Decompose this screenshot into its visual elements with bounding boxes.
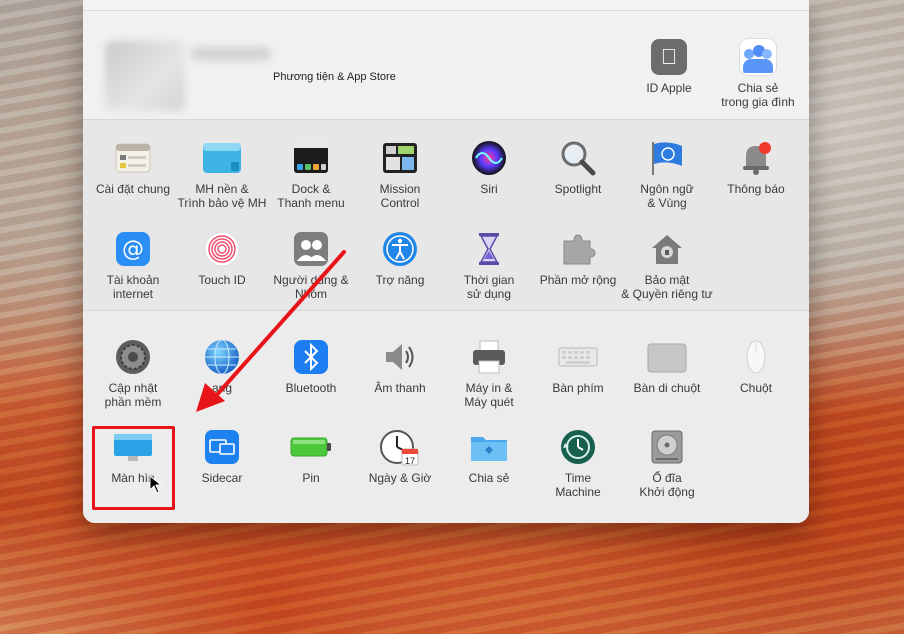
- pane-users-groups[interactable]: Người dùng & Nhóm: [263, 231, 359, 301]
- pane-screen-time[interactable]: Thời gian sử dụng: [441, 231, 537, 301]
- globe-icon: [204, 339, 240, 375]
- pane-sharing[interactable]: Chia sẻ: [441, 429, 537, 485]
- speaker-icon: [382, 339, 418, 375]
- accessibility-icon: [382, 231, 418, 267]
- pane-bluetooth[interactable]: Bluetooth: [263, 339, 359, 395]
- general-icon: [115, 140, 151, 176]
- pane-software-update[interactable]: Cập nhật phần mềm: [85, 339, 181, 409]
- bluetooth-icon: [293, 339, 329, 375]
- pane-sound[interactable]: Âm thanh: [352, 339, 448, 395]
- account-section: Phương tiện & App Store  ID Apple Chia …: [83, 11, 809, 120]
- pane-siri[interactable]: Siri: [441, 140, 537, 196]
- apple-logo-icon: : [651, 39, 687, 75]
- pane-battery[interactable]: Pin: [263, 429, 359, 485]
- pane-notifications[interactable]: Thông báo: [708, 140, 804, 196]
- apple-id-label: ID Apple: [646, 81, 692, 95]
- desktop-screensaver-icon: [203, 140, 241, 176]
- pane-internet-accounts[interactable]: @ Tài khoản internet: [85, 231, 181, 301]
- family-sharing-label: Chia sẻ trong gia đình: [721, 81, 795, 109]
- pane-trackpad[interactable]: Bàn di chuột: [619, 339, 715, 395]
- pane-dock-menubar[interactable]: Dock & Thanh menu: [263, 140, 359, 210]
- pane-printers-scanners[interactable]: Máy in & Máy quét: [441, 339, 537, 409]
- mission-control-icon: [382, 140, 418, 176]
- dock-icon: [293, 140, 329, 176]
- pane-spotlight[interactable]: Spotlight: [530, 140, 626, 196]
- pane-network[interactable]: ạng: [174, 339, 270, 395]
- clock-calendar-icon: 17: [380, 429, 419, 466]
- svg-text:17: 17: [405, 456, 415, 466]
- pane-time-machine[interactable]: Time Machine: [530, 429, 626, 499]
- battery-icon: [290, 429, 331, 465]
- pane-extensions[interactable]: Phần mở rộng: [530, 231, 626, 287]
- puzzle-piece-icon: [560, 231, 596, 267]
- gear-icon: [115, 339, 151, 375]
- sidecar-icon: [204, 429, 240, 465]
- account-subtitle: Phương tiện & App Store: [273, 71, 396, 83]
- spotlight-magnifier-icon: [560, 140, 596, 176]
- mouse-cursor-icon: [149, 475, 163, 494]
- shared-folder-icon: [471, 429, 507, 465]
- pane-sidecar[interactable]: Sidecar: [174, 429, 270, 485]
- mouse-icon: [738, 339, 774, 375]
- house-lock-icon: [649, 231, 685, 267]
- pane-security-privacy[interactable]: Bảo mật & Quyền riêng tư: [619, 231, 715, 301]
- account-name-blurred: [191, 47, 271, 61]
- svg-text:@: @: [122, 237, 144, 262]
- printer-icon: [471, 339, 507, 375]
- pane-date-time[interactable]: 17 Ngày & Giờ: [352, 429, 448, 485]
- system-preferences-window: Phương tiện & App Store  ID Apple Chia …: [83, 0, 809, 523]
- apple-id-pane[interactable]:  ID Apple: [624, 39, 714, 95]
- siri-icon: [471, 140, 507, 176]
- hourglass-icon: [471, 231, 507, 267]
- pane-touch-id[interactable]: Touch ID: [174, 231, 270, 287]
- users-icon: [293, 231, 329, 267]
- window-toolbar: [83, 0, 809, 11]
- personal-prefs-section: Cài đặt chung MH nền & Trình bảo vệ MH Do…: [83, 120, 809, 311]
- fingerprint-icon: [204, 231, 240, 267]
- pane-language-region[interactable]: Ngôn ngữ & Vùng: [619, 140, 715, 210]
- pane-general[interactable]: Cài đặt chung: [85, 140, 181, 196]
- pane-keyboard[interactable]: Bàn phím: [530, 339, 626, 395]
- hard-drive-icon: [649, 429, 685, 465]
- at-sign-icon: @: [115, 231, 151, 267]
- time-machine-icon: [560, 429, 596, 465]
- pane-mission-control[interactable]: Mission Control: [352, 140, 448, 210]
- pane-mouse[interactable]: Chuột: [708, 339, 804, 395]
- bell-icon: [738, 140, 774, 176]
- pane-startup-disk[interactable]: Ổ đĩa Khởi động: [619, 429, 715, 499]
- keyboard-icon: [558, 339, 598, 375]
- family-sharing-icon: [740, 39, 776, 75]
- trackpad-icon: [647, 339, 687, 375]
- language-flag-icon: [649, 140, 685, 176]
- account-avatar[interactable]: [105, 41, 185, 111]
- hardware-prefs-section: Cập nhật phần mềm ạng Bluetooth Âm thanh …: [83, 311, 809, 523]
- displays-highlight-box: [92, 426, 175, 510]
- pane-accessibility[interactable]: Trợ năng: [352, 231, 448, 287]
- family-sharing-pane[interactable]: Chia sẻ trong gia đình: [713, 39, 803, 109]
- pane-desktop-screensaver[interactable]: MH nền & Trình bảo vệ MH: [174, 140, 270, 210]
